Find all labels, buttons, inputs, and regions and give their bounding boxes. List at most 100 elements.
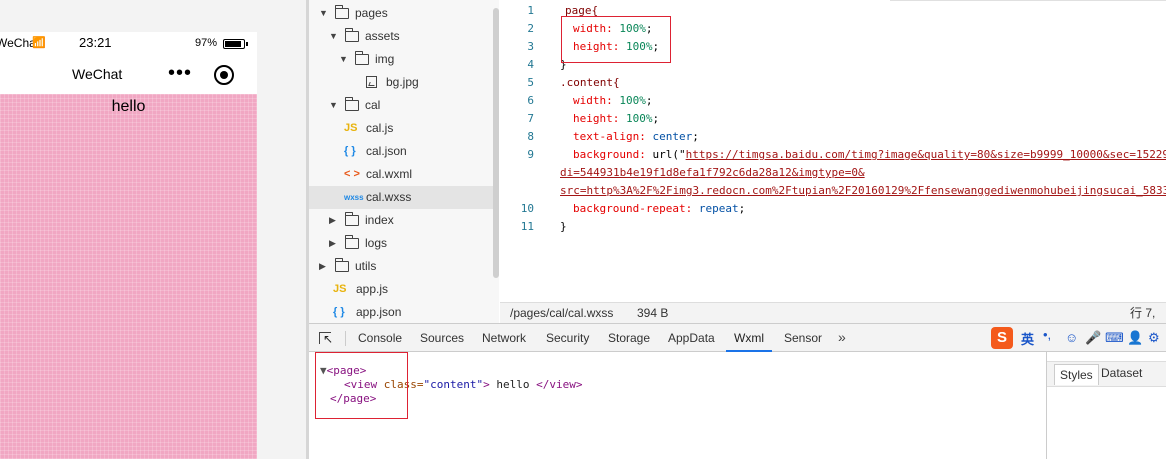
code-line-9: 9 background: url("https://timgsa.baidu.…	[500, 146, 1166, 164]
tab-security[interactable]: Security	[546, 324, 589, 352]
line-number: 5	[527, 76, 534, 89]
tree-item-assets[interactable]: ▼ assets	[309, 25, 499, 48]
keyboard-icon[interactable]: ⌨	[1105, 330, 1124, 346]
tab-storage[interactable]: Storage	[608, 324, 650, 352]
chevron-down-icon[interactable]: ▼	[329, 25, 339, 48]
folder-icon	[335, 258, 349, 272]
microphone-icon[interactable]: 🎤	[1085, 330, 1101, 346]
more-tabs-icon[interactable]: »	[838, 324, 846, 352]
tree-item-bg-jpg[interactable]: bg.jpg	[309, 71, 499, 94]
tab-sources[interactable]: Sources	[420, 324, 464, 352]
selector-content: .content{	[560, 76, 620, 89]
url-link[interactable]: di=544931b4e19f1d8efa1f792c6da28a12&imgt…	[560, 166, 865, 179]
prop-name: height:	[573, 112, 620, 125]
wxml-view-close: </view>	[536, 378, 583, 391]
tree-item-cal[interactable]: ▼ cal	[309, 94, 499, 117]
tree-item-utils[interactable]: ▶ utils	[309, 255, 499, 278]
tab-wxml[interactable]: Wxml	[726, 324, 772, 352]
ime-logo-icon[interactable]: S	[991, 327, 1013, 349]
code-line-10: 10 background-repeat: repeat;	[500, 200, 1166, 218]
tab-appdata[interactable]: AppData	[668, 324, 715, 352]
nav-title: WeChat	[72, 66, 123, 82]
tree-item-label: app.json	[356, 305, 402, 319]
more-menu-icon[interactable]: •••	[168, 62, 192, 85]
tree-item-label: cal.wxml	[366, 167, 413, 181]
url-link[interactable]: src=http%3A%2F%2Fimg3.redocn.com%2Ftupia…	[560, 184, 1166, 197]
folder-icon	[345, 212, 359, 226]
js-file-icon: JS	[344, 122, 358, 134]
line-number: 1	[527, 4, 534, 17]
tree-item-label: pages	[355, 6, 388, 20]
line-number: 9	[527, 148, 534, 161]
chevron-right-icon[interactable]: ▶	[329, 232, 339, 255]
tree-item-cal-wxml[interactable]: < > cal.wxml	[309, 163, 499, 186]
chevron-down-icon[interactable]: ▼	[339, 48, 349, 71]
tab-console[interactable]: Console	[358, 324, 402, 352]
page-hello-text: hello	[111, 98, 146, 115]
json-file-icon: { }	[344, 145, 356, 157]
ime-punctuation-toggle[interactable]: •,	[1043, 327, 1051, 342]
wifi-icon: 📶	[32, 37, 46, 49]
tree-item-label: cal.wxss	[366, 190, 412, 204]
tree-item-label: index	[365, 213, 394, 227]
file-path: /pages/cal/cal.wxss	[510, 306, 614, 320]
url-link[interactable]: https://timgsa.baidu.com/timg?image&qual…	[686, 148, 1166, 161]
file-tree-scrollbar[interactable]	[493, 8, 499, 278]
tab-dataset[interactable]: Dataset	[1101, 366, 1142, 380]
user-icon[interactable]: 👤	[1127, 330, 1143, 346]
tab-network[interactable]: Network	[482, 324, 526, 352]
toolbar-divider	[345, 331, 346, 346]
editor-status-bar: /pages/cal/cal.wxss 394 B 行 7, 列	[500, 302, 1166, 340]
chevron-right-icon[interactable]: ▶	[329, 209, 339, 232]
prop-value: center	[652, 130, 693, 143]
code-highlight-box	[561, 16, 671, 63]
settings-icon[interactable]: ⚙	[1148, 330, 1160, 346]
url-function: url("	[652, 148, 686, 161]
tree-item-app-js[interactable]: JS app.js	[309, 278, 499, 301]
tree-item-label: cal	[365, 98, 381, 112]
file-size: 394 B	[637, 306, 669, 320]
tree-item-logs[interactable]: ▶ logs	[309, 232, 499, 255]
wxml-attr-value: "content"	[423, 378, 484, 391]
tree-item-label: cal.json	[366, 144, 407, 158]
tab-sensor[interactable]: Sensor	[784, 324, 822, 352]
code-line-7: 7 height: 100%;	[500, 110, 1166, 128]
tree-item-cal-js[interactable]: JS cal.js	[309, 117, 499, 140]
js-file-icon: JS	[333, 283, 347, 295]
code-line-9-wrap-2: src=http%3A%2F%2Fimg3.redocn.com%2Ftupia…	[500, 182, 1166, 200]
folder-icon	[345, 235, 359, 249]
tree-item-app-json[interactable]: { } app.json	[309, 301, 499, 323]
tree-item-cal-wxss[interactable]: wxss cal.wxss	[309, 186, 499, 209]
tree-item-img[interactable]: ▼ img	[309, 48, 499, 71]
close-capsule-icon[interactable]	[214, 65, 234, 85]
tree-item-label: cal.js	[366, 121, 394, 135]
folder-open-icon	[345, 97, 359, 111]
battery-icon	[223, 39, 248, 49]
prop-value: repeat	[698, 202, 739, 215]
status-bar: WeChat 📶 23:21 97%	[0, 32, 257, 54]
chevron-down-icon[interactable]: ▼	[319, 2, 329, 25]
json-file-icon: { }	[333, 306, 345, 318]
chevron-right-icon[interactable]: ▶	[319, 255, 329, 278]
prop-value: 100%	[625, 112, 653, 125]
code-line-8: 8 text-align: center;	[500, 128, 1166, 146]
wxml-text: hello	[489, 378, 537, 391]
tree-item-index[interactable]: ▶ index	[309, 209, 499, 232]
wxml-tree-panel: ▼<page> <view class="content"> hello </v…	[309, 352, 1046, 459]
tab-styles[interactable]: Styles	[1054, 364, 1099, 385]
tree-item-label: assets	[365, 29, 400, 43]
line-number: 4	[527, 58, 534, 71]
line-number: 7	[527, 112, 534, 125]
ime-language-toggle[interactable]: 英	[1021, 329, 1034, 348]
styles-tab-bar: Styles Dataset	[1047, 361, 1166, 387]
emoji-icon[interactable]: ☺	[1065, 330, 1078, 345]
tree-item-pages[interactable]: ▼ pages	[309, 2, 499, 25]
tree-item-label: logs	[365, 236, 388, 250]
inspect-element-icon[interactable]	[319, 332, 333, 346]
chevron-down-icon[interactable]: ▼	[329, 94, 339, 117]
tree-item-cal-json[interactable]: { } cal.json	[309, 140, 499, 163]
wxml-highlight-box	[315, 352, 408, 419]
tree-item-label: img	[375, 52, 395, 66]
line-number: 11	[520, 220, 534, 233]
line-number: 10	[520, 202, 534, 215]
